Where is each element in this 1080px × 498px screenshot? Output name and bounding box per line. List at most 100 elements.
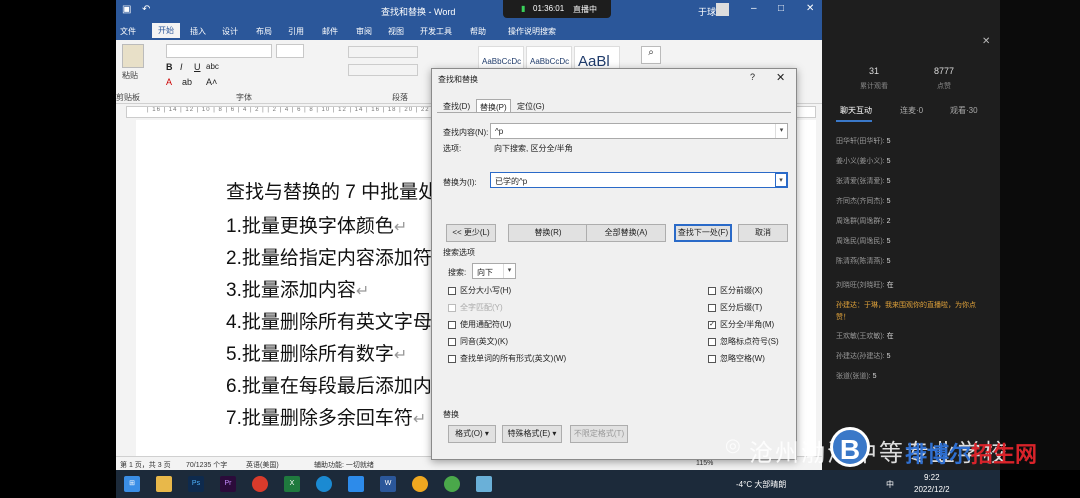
match-case-checkbox[interactable]: 区分大小写(H) xyxy=(448,285,511,296)
ignore-whitespace-checkbox[interactable]: 忽略空格(W) xyxy=(708,353,765,364)
doc-line: 1.批量更换字体颜色↵ xyxy=(226,216,408,237)
special-button[interactable]: 特殊格式(E) ▾ xyxy=(502,425,562,443)
dialog-close-icon[interactable]: ✕ xyxy=(776,71,785,84)
ignore-punctuation-checkbox[interactable]: 忽略标点符号(S) xyxy=(708,336,779,347)
highlight-icon[interactable]: ab xyxy=(182,77,192,87)
tab-chat[interactable]: 聊天互动 xyxy=(840,105,872,116)
bold-icon[interactable]: B xyxy=(166,62,173,72)
clock-date[interactable]: 2022/12/2 xyxy=(914,485,950,494)
tell-me-search[interactable]: 操作说明搜索 xyxy=(508,26,556,37)
ime-indicator[interactable]: 中 xyxy=(886,479,894,490)
excel-icon[interactable]: X xyxy=(284,476,300,492)
tab-references[interactable]: 引用 xyxy=(288,26,304,37)
tab-viewers[interactable]: 观看·30 xyxy=(950,105,978,116)
tab-file[interactable]: 文件 xyxy=(120,26,136,37)
close-icon[interactable]: ✕ xyxy=(806,3,814,14)
start-icon[interactable]: ⊞ xyxy=(124,476,140,492)
chevron-down-icon[interactable]: ▾ xyxy=(503,264,515,278)
find-next-button[interactable]: 查找下一处(F) xyxy=(674,224,732,242)
doc-line: 3.批量添加内容↵ xyxy=(226,280,370,301)
brand-name: 排博尔招生网 xyxy=(905,442,1038,467)
tab-find[interactable]: 查找(D) xyxy=(440,99,473,113)
less-button[interactable]: << 更少(L) xyxy=(446,224,496,242)
format-button[interactable]: 格式(O) ▾ xyxy=(448,425,496,443)
word-titlebar: ▣ ↶ 查找和替换 - Word 于球 – □ ✕ xyxy=(116,0,822,22)
group-font: 字体 xyxy=(236,93,252,102)
match-prefix-checkbox[interactable]: 区分前缀(X) xyxy=(708,285,763,296)
whole-word-checkbox[interactable]: 全字匹配(Y) xyxy=(448,302,503,313)
list-buttons[interactable] xyxy=(348,46,418,58)
dialog-title: 查找和替换 xyxy=(438,75,478,84)
tab-view[interactable]: 视图 xyxy=(388,26,404,37)
photoshop-icon[interactable]: Ps xyxy=(188,476,204,492)
strikethrough-icon[interactable]: abc xyxy=(206,62,219,71)
save-icon[interactable]: ▣ xyxy=(122,4,131,15)
explorer-icon[interactable] xyxy=(156,476,172,492)
app-icon[interactable] xyxy=(348,476,364,492)
undo-icon[interactable]: ↶ xyxy=(142,4,150,15)
find-input[interactable]: ^p ▾ xyxy=(490,123,788,139)
clock-time[interactable]: 9:22 xyxy=(924,473,940,482)
active-tab-indicator xyxy=(836,120,872,122)
tab-home[interactable]: 开始 xyxy=(152,23,180,38)
replace-panel xyxy=(437,112,791,455)
chevron-down-icon[interactable]: ▾ xyxy=(775,124,787,138)
underline-icon[interactable]: U xyxy=(194,62,201,72)
avatar[interactable] xyxy=(716,3,729,16)
black-margin xyxy=(1000,0,1080,470)
no-formatting-button[interactable]: 不限定格式(T) xyxy=(570,425,628,443)
maximize-icon[interactable]: □ xyxy=(778,3,784,14)
tab-goto[interactable]: 定位(G) xyxy=(514,99,548,113)
taskbar: ⊞ Ps Pr X W -4°C 大部晴朗 中 9:22 2022/12/2 xyxy=(116,470,1000,498)
replace-input[interactable]: 已学的^p ▾ xyxy=(490,172,788,188)
search-icon[interactable]: ⌕ xyxy=(641,46,661,64)
page-count[interactable]: 第 1 页，共 3 页 xyxy=(120,460,171,470)
cancel-button[interactable]: 取消 xyxy=(738,224,788,242)
tab-mailings[interactable]: 邮件 xyxy=(322,26,338,37)
wildcards-checkbox[interactable]: 使用通配符(U) xyxy=(448,319,511,330)
chevron-down-icon[interactable]: ▾ xyxy=(775,173,787,187)
premiere-icon[interactable]: Pr xyxy=(220,476,236,492)
help-icon[interactable]: ? xyxy=(750,72,755,82)
tab-mic[interactable]: 连麦·0 xyxy=(900,105,923,116)
align-buttons[interactable] xyxy=(348,64,418,76)
tab-developer[interactable]: 开发工具 xyxy=(420,26,452,37)
word-forms-checkbox[interactable]: 查找单词的所有形式(英文)(W) xyxy=(448,353,566,364)
word-count[interactable]: 70/1235 个字 xyxy=(186,460,227,470)
tab-insert[interactable]: 插入 xyxy=(190,26,206,37)
tab-design[interactable]: 设计 xyxy=(222,26,238,37)
accessibility[interactable]: 辅助功能: 一切就绪 xyxy=(314,460,374,470)
tab-layout[interactable]: 布局 xyxy=(256,26,272,37)
close-icon[interactable]: ✕ xyxy=(982,36,990,47)
app-icon[interactable] xyxy=(476,476,492,492)
italic-icon[interactable]: I xyxy=(180,62,183,72)
replace-button[interactable]: 替换(R) xyxy=(508,224,588,242)
app-icon[interactable] xyxy=(412,476,428,492)
zoom-level[interactable]: 115% xyxy=(696,460,713,467)
search-direction-select[interactable]: 向下 ▾ xyxy=(472,263,516,279)
tab-help[interactable]: 帮助 xyxy=(470,26,486,37)
edge-icon[interactable] xyxy=(316,476,332,492)
live-panel: ✕ 31 累计观看 8777 点赞 聊天互动 连麦·0 观看·30 田华轩(田华轩)… xyxy=(822,30,1000,470)
chat-message: 张道(张道): 5 xyxy=(836,373,877,380)
tab-replace[interactable]: 替换(P) xyxy=(476,99,511,113)
replace-all-button[interactable]: 全部替换(A) xyxy=(586,224,666,242)
match-width-checkbox[interactable]: ✓ 区分全/半角(M) xyxy=(708,319,774,330)
chat-message: 王欢敏(王欢敏): 在 xyxy=(836,333,894,340)
doc-title: 查找与替换的 7 中批量处理 xyxy=(226,182,457,203)
font-size-box[interactable] xyxy=(276,44,304,58)
paste-icon[interactable] xyxy=(122,44,144,68)
minimize-icon[interactable]: – xyxy=(751,3,757,14)
grow-font-icon[interactable]: A˄ xyxy=(206,77,217,87)
language[interactable]: 英语(美国) xyxy=(246,460,279,470)
chrome-icon[interactable] xyxy=(444,476,460,492)
tab-review[interactable]: 审阅 xyxy=(356,26,372,37)
font-color-icon[interactable]: A xyxy=(166,77,172,87)
find-replace-dialog: 查找和替换 ? ✕ 查找(D) 替换(P) 定位(G) 查找内容(N): ^p ▾… xyxy=(431,68,797,460)
word-icon[interactable]: W xyxy=(380,476,396,492)
font-name-box[interactable] xyxy=(166,44,272,58)
recorder-icon[interactable] xyxy=(252,476,268,492)
weather[interactable]: -4°C 大部晴朗 xyxy=(736,479,786,490)
sounds-like-checkbox[interactable]: 同音(英文)(K) xyxy=(448,336,508,347)
match-suffix-checkbox[interactable]: 区分后缀(T) xyxy=(708,302,762,313)
